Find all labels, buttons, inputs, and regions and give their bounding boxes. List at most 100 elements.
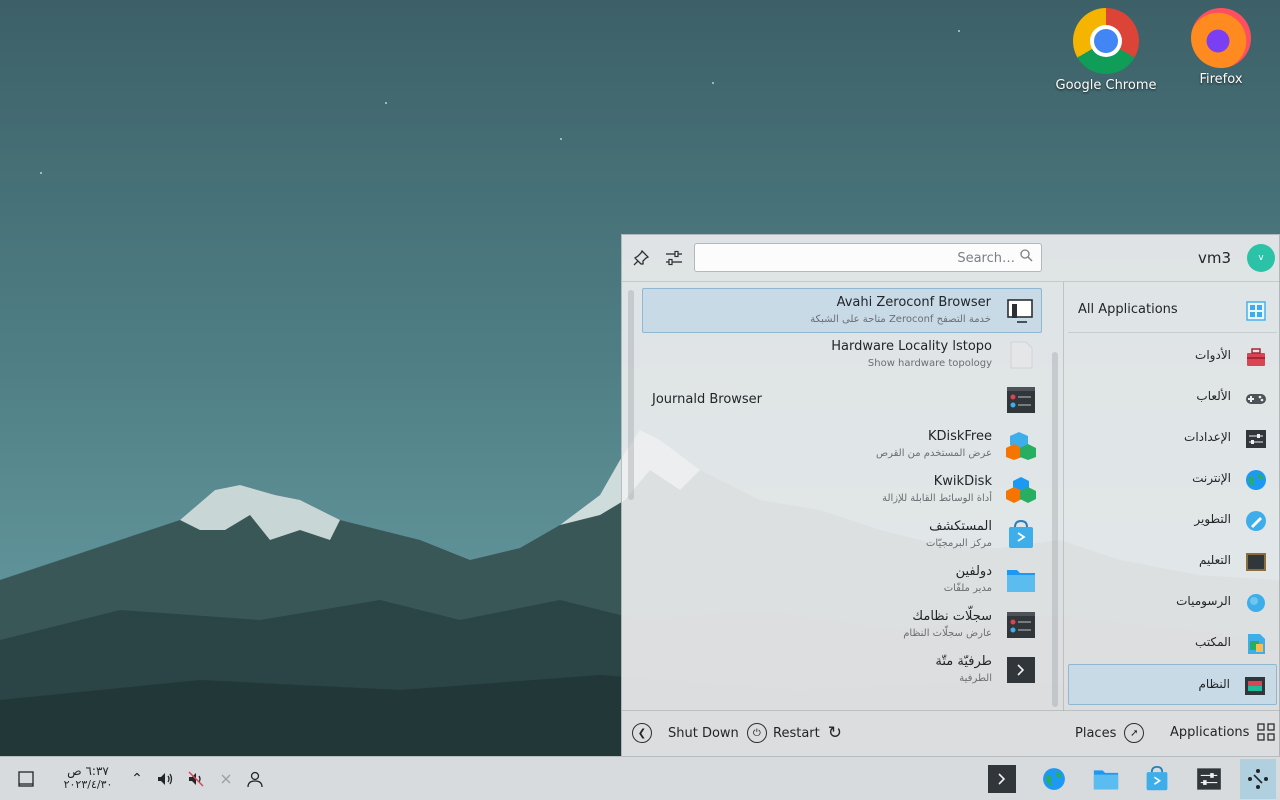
search-input[interactable]: Search… (694, 243, 1042, 272)
volume-button[interactable] (151, 765, 179, 793)
applications-tab[interactable]: Applications (1170, 723, 1276, 741)
divider (1063, 282, 1064, 711)
tray-expand-button[interactable]: ⌃ (123, 765, 151, 793)
app-name: طرفيّة متّة (935, 654, 992, 669)
restart-button[interactable]: Restart ↻ (773, 723, 842, 743)
category-graphics[interactable]: الرسوميات (1068, 582, 1277, 623)
category-internet[interactable]: الإنترنت (1068, 459, 1277, 500)
category-label: الإعدادات (1184, 430, 1231, 444)
blank-file-icon (1010, 341, 1033, 369)
system-icon (1245, 677, 1265, 695)
app-description: الطرفية (959, 673, 992, 684)
taskbar-dolphin[interactable] (1090, 765, 1122, 793)
list-item[interactable]: KDiskFree عرض المستخدم من القرص (642, 423, 1042, 468)
app-description: خدمة التصفح Zeroconf متاحة على الشبكة (810, 314, 991, 325)
category-list: All Applications الأدوات الألعاب الإعداد… (1068, 288, 1278, 705)
kdiskfree-icon (1006, 432, 1036, 460)
avatar[interactable]: v (1247, 244, 1275, 272)
digital-clock[interactable]: ٦:٣٧ ص ٢٠٢٣/٤/٣٠ (58, 764, 118, 792)
taskbar-konsole[interactable] (988, 765, 1016, 793)
category-system[interactable]: النظام (1068, 664, 1277, 705)
user-icon (247, 771, 263, 788)
restart-icon: ↻ (827, 723, 842, 743)
app-description: مركز البرمجيّات (926, 538, 992, 549)
arrow-left-icon: ❮ (632, 723, 652, 743)
list-item[interactable]: Avahi Zeroconf Browser خدمة التصفح Zeroc… (642, 288, 1042, 333)
list-item[interactable]: سجلّات نظامك عارض سجلّات النظام (642, 603, 1042, 648)
show-desktop-button[interactable] (12, 765, 40, 793)
settings-icon (1197, 768, 1221, 790)
category-label: المكتب (1195, 635, 1231, 649)
list-item[interactable]: المستكشف مركز البرمجيّات (642, 513, 1042, 558)
desktop-icon-chrome[interactable]: Google Chrome (1051, 8, 1161, 93)
list-item[interactable]: طرفيّة متّة الطرفية (642, 648, 1042, 693)
desktop-icon-firefox[interactable]: Firefox (1166, 8, 1276, 87)
clock-time: ٦:٣٧ ص (67, 764, 109, 778)
desktop-icon-label: Google Chrome (1055, 78, 1157, 93)
volume-icon (158, 773, 173, 785)
application-list: Avahi Zeroconf Browser خدمة التصفح Zeroc… (642, 288, 1042, 693)
scrollbar[interactable] (628, 290, 634, 500)
taskbar-discover[interactable] (1143, 765, 1171, 793)
taskbar-system-settings[interactable] (1195, 765, 1223, 793)
user-name[interactable]: vm3 (1198, 249, 1231, 267)
system-log-icon (1007, 612, 1035, 638)
network-disconnected-icon (221, 774, 231, 784)
list-item[interactable]: Hardware Locality lstopo Show hardware t… (642, 333, 1042, 378)
launcher-button[interactable] (1240, 759, 1276, 799)
system-log-icon (1007, 387, 1035, 413)
chevron-up-icon: ⌃ (131, 771, 143, 787)
grid-apps-icon (1257, 723, 1276, 741)
category-all-applications[interactable]: All Applications (1068, 288, 1277, 333)
list-item[interactable]: دولفين مدير ملفّات (642, 558, 1042, 603)
chrome-icon (1073, 8, 1139, 74)
app-description: أداة الوسائط القابلة للإزالة (882, 493, 992, 504)
category-label: All Applications (1078, 302, 1178, 317)
category-settings[interactable]: الإعدادات (1068, 418, 1277, 459)
places-label: Places (1075, 725, 1117, 741)
network-button[interactable] (212, 765, 240, 793)
configure-icon[interactable] (663, 247, 685, 269)
category-office[interactable]: المكتب (1068, 623, 1277, 664)
application-launcher: Search… vm3 v Avahi Zeroconf Browser خدم… (621, 234, 1280, 756)
globe-icon (1043, 768, 1065, 790)
launcher-body: Avahi Zeroconf Browser خدمة التصفح Zeroc… (622, 281, 1280, 711)
user-switcher-button[interactable] (241, 765, 269, 793)
kwikdisk-icon (1006, 477, 1036, 503)
list-item[interactable]: KwikDisk أداة الوسائط القابلة للإزالة (642, 468, 1042, 513)
app-name: المستكشف (929, 519, 992, 534)
mute-button[interactable] (182, 765, 210, 793)
search-placeholder: Search… (957, 251, 1015, 266)
category-utilities[interactable]: الأدوات (1068, 336, 1277, 377)
power-icon: ⏻ (746, 723, 767, 743)
category-education[interactable]: التعليم (1068, 541, 1277, 582)
category-label: الرسوميات (1176, 594, 1231, 608)
back-button[interactable]: ❮ (632, 723, 652, 743)
app-name: Journald Browser (652, 392, 763, 407)
list-item[interactable]: Journald Browser (642, 378, 1042, 423)
app-description: عرض المستخدم من القرص (875, 448, 992, 459)
star (958, 30, 960, 32)
category-label: الأدوات (1195, 348, 1231, 362)
app-description: عارض سجلّات النظام (903, 628, 992, 639)
grid-apps-icon (1246, 301, 1266, 321)
launcher-footer: ❮ Shut Down ⏻ Restart ↻ Places ➚ Applica… (622, 710, 1280, 757)
taskbar-browser[interactable] (1040, 765, 1068, 793)
shutdown-button[interactable]: Shut Down ⏻ (668, 723, 767, 743)
desktop-icon-label: Firefox (1199, 72, 1243, 87)
pin-icon[interactable] (630, 247, 652, 269)
star (40, 172, 42, 174)
volume-muted-icon (188, 771, 204, 787)
compass-icon: ➚ (1124, 723, 1145, 743)
app-description: مدير ملفّات (943, 583, 992, 594)
settings-icon (1246, 430, 1266, 448)
category-games[interactable]: الألعاب (1068, 377, 1277, 418)
category-label: الإنترنت (1192, 471, 1231, 485)
category-label: النظام (1198, 677, 1230, 691)
category-label: التعليم (1199, 553, 1231, 567)
taskbar: ٦:٣٧ ص ٢٠٢٣/٤/٣٠ ⌃ (0, 756, 1280, 800)
monitor-network-icon (1007, 299, 1033, 323)
scrollbar[interactable] (1052, 352, 1058, 707)
places-tab[interactable]: Places ➚ (1075, 723, 1145, 743)
category-development[interactable]: التطوير (1068, 500, 1277, 541)
